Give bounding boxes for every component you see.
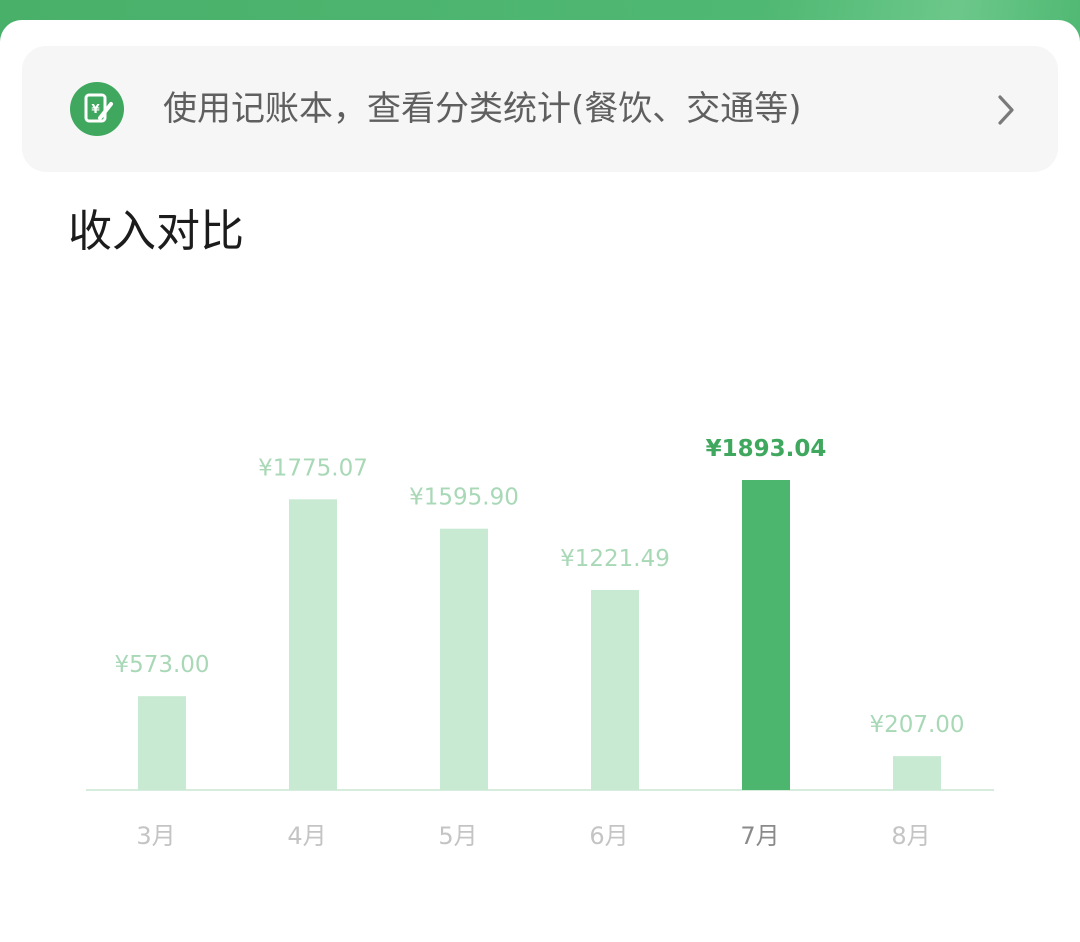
bar-value-label: ¥1893.04 — [706, 436, 827, 462]
bar-1[interactable] — [138, 696, 186, 790]
income-card: ¥ 使用记账本，查看分类统计(餐饮、交通等) 收入对比 ¥573.00 3月 ¥17… — [0, 20, 1080, 942]
bar-value-label: ¥1775.07 — [258, 455, 368, 481]
x-tick-label[interactable]: 5月 — [438, 822, 477, 850]
bar-value-label: ¥207.00 — [869, 712, 964, 738]
bar-3[interactable] — [440, 528, 488, 790]
x-tick-label[interactable]: 8月 — [891, 822, 930, 850]
bar-value-label: ¥1595.90 — [409, 485, 519, 511]
x-tick-label[interactable]: 3月 — [136, 822, 175, 850]
bar-6[interactable] — [893, 756, 941, 790]
bar-value-label: ¥1221.49 — [560, 546, 670, 572]
bar-5[interactable] — [742, 480, 790, 790]
x-tick-label[interactable]: 7月 — [740, 822, 779, 850]
bar-value-label: ¥573.00 — [114, 652, 209, 678]
bar-2[interactable] — [289, 499, 337, 790]
income-bar-chart: ¥573.00 3月 ¥1775.07 4月 ¥1595.90 5月 ¥1221.49 6月 ¥… — [86, 436, 994, 850]
x-tick-label[interactable]: 6月 — [589, 822, 628, 850]
x-tick-label[interactable]: 4月 — [287, 822, 326, 850]
bar-4[interactable] — [591, 589, 639, 790]
